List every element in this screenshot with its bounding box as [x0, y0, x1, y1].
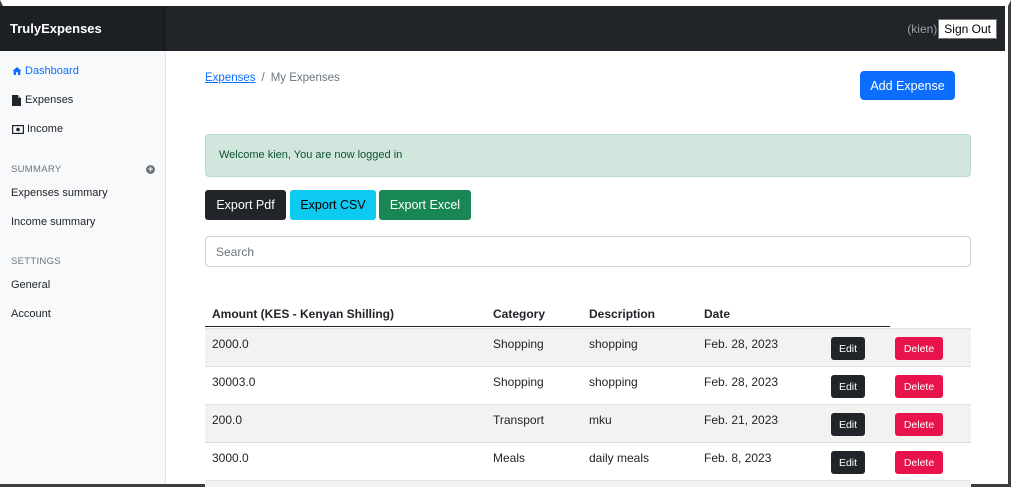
category-cell: Shopping [493, 375, 544, 389]
column-header-amount: Amount (KES - Kenyan Shilling) [212, 307, 394, 321]
settings-heading: SETTINGS [11, 256, 61, 267]
delete-button[interactable]: Delete [895, 375, 943, 398]
edit-button[interactable]: Edit [831, 375, 865, 398]
column-header-category: Category [493, 307, 546, 321]
category-cell: Meals [493, 451, 526, 465]
export-csv-button[interactable]: Export CSV [290, 190, 376, 220]
description-cell: shopping [589, 375, 638, 389]
plus-circle-icon[interactable]: + [146, 165, 155, 174]
welcome-alert: Welcome kien, You are now logged in [205, 134, 971, 177]
top-navbar: TrulyExpenses (kien) Sign Out [0, 6, 1005, 51]
sidebar-item-label: Expenses [25, 94, 74, 106]
search-input[interactable] [205, 236, 971, 267]
edit-button[interactable]: Edit [831, 451, 865, 474]
sidebar-item-expenses-summary[interactable]: Expenses summary [11, 187, 108, 199]
sidebar-item-label: Expenses summary [11, 187, 108, 199]
table-header: Amount (KES - Kenyan Shilling) Category … [205, 300, 971, 328]
date-cell: Feb. 21, 2023 [704, 413, 779, 427]
expenses-table: Amount (KES - Kenyan Shilling) Category … [205, 300, 971, 487]
amount-cell: 2000.0 [212, 337, 249, 351]
sidebar-item-label: Dashboard [25, 65, 79, 77]
column-header-description: Description [589, 307, 656, 321]
sidebar-item-income-summary[interactable]: Income summary [11, 216, 95, 228]
column-header-date: Date [704, 307, 731, 321]
sidebar-item-account[interactable]: Account [11, 308, 51, 320]
breadcrumb-link-expenses[interactable]: Expenses [205, 72, 256, 84]
amount-cell: 30003.0 [212, 375, 256, 389]
date-cell: Feb. 28, 2023 [704, 337, 779, 351]
sidebar-item-label: Account [11, 308, 51, 320]
home-icon [11, 66, 22, 77]
sidebar-item-label: General [11, 279, 51, 291]
username-label: (kien) [907, 22, 938, 36]
amount-cell: 200.0 [212, 413, 243, 427]
table-row [205, 480, 971, 487]
delete-button[interactable]: Delete [895, 413, 943, 436]
breadcrumb: Expenses / My Expenses [205, 72, 340, 84]
date-cell: Feb. 28, 2023 [704, 375, 779, 389]
money-bill-icon [11, 124, 24, 135]
breadcrumb-separator: / [261, 72, 265, 84]
sidebar-item-income[interactable]: Income [11, 123, 63, 135]
amount-cell: 3000.0 [212, 451, 249, 465]
export-excel-button[interactable]: Export Excel [379, 190, 471, 220]
delete-button[interactable]: Delete [895, 337, 943, 360]
breadcrumb-current: My Expenses [270, 72, 340, 84]
sidebar-item-dashboard[interactable]: Dashboard [11, 65, 79, 77]
description-cell: mku [589, 413, 612, 427]
category-cell: Transport [493, 413, 544, 427]
brand-logo[interactable]: TrulyExpenses [0, 6, 165, 51]
edit-button[interactable]: Edit [831, 337, 865, 360]
date-cell: Feb. 8, 2023 [704, 451, 772, 465]
table-row: 2000.0 Shopping shopping Feb. 28, 2023 E… [205, 328, 971, 366]
table-row: 3000.0 Meals daily meals Feb. 8, 2023 Ed… [205, 442, 971, 480]
export-pdf-button[interactable]: Export Pdf [205, 190, 286, 220]
description-cell: daily meals [589, 451, 650, 465]
summary-heading: SUMMARY [11, 164, 62, 175]
sign-out-button[interactable]: Sign Out [938, 19, 997, 39]
edit-button[interactable]: Edit [831, 413, 865, 436]
add-expense-button[interactable]: Add Expense [860, 71, 955, 100]
category-cell: Shopping [493, 337, 544, 351]
delete-button[interactable]: Delete [895, 451, 943, 474]
sidebar-item-label: Income [27, 123, 64, 135]
description-cell: shopping [589, 337, 638, 351]
table-row: 30003.0 Shopping shopping Feb. 28, 2023 … [205, 366, 971, 404]
header-divider [205, 326, 890, 327]
sidebar-item-label: Income summary [11, 216, 96, 228]
table-row: 200.0 Transport mku Feb. 21, 2023 Edit D… [205, 404, 971, 442]
file-icon [11, 94, 22, 106]
sidebar: Dashboard Expenses Income SUMMARY + Expe… [0, 51, 166, 484]
sidebar-item-general[interactable]: General [11, 279, 50, 291]
user-area: (kien) Sign Out [907, 19, 997, 39]
sidebar-item-expenses[interactable]: Expenses [11, 94, 73, 106]
